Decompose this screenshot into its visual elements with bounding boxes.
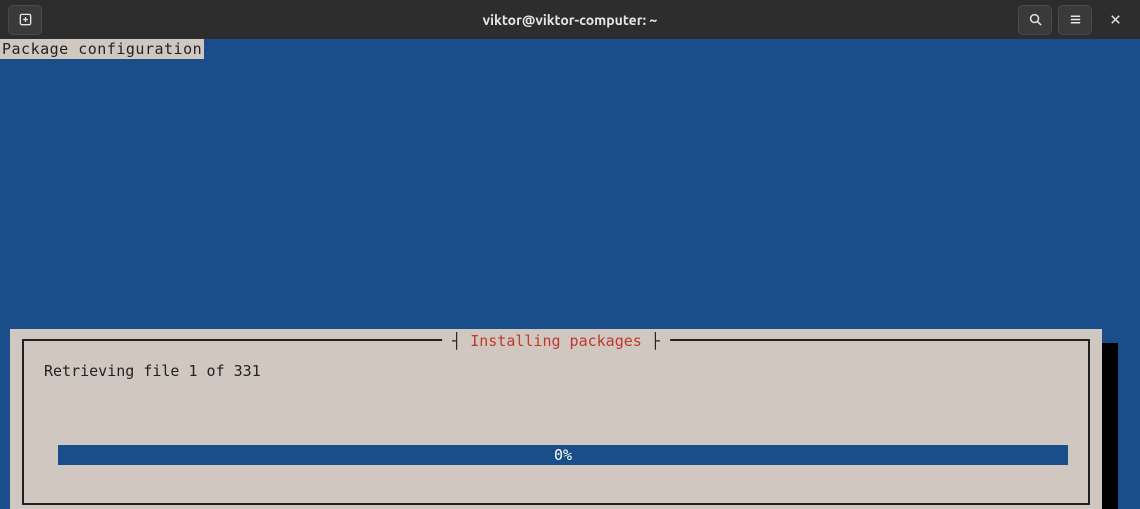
- menu-button[interactable]: [1058, 5, 1092, 35]
- close-button[interactable]: [1098, 5, 1132, 35]
- page-title: Package configuration: [0, 39, 204, 59]
- window-titlebar: viktor@viktor-computer: ~: [0, 0, 1140, 39]
- install-dialog: ┤ Installing packages ├ Retrieving file …: [10, 329, 1102, 509]
- dialog-title-text: Installing packages: [470, 332, 642, 350]
- window-title: viktor@viktor-computer: ~: [0, 12, 1140, 28]
- dialog-message: Retrieving file 1 of 331: [44, 361, 261, 381]
- search-button[interactable]: [1018, 5, 1052, 35]
- dialog-title: ┤ Installing packages ├: [442, 331, 670, 351]
- terminal-viewport[interactable]: Package configuration ┤ Installing packa…: [0, 39, 1140, 509]
- new-tab-button[interactable]: [8, 5, 42, 35]
- progress-bar: 0%: [58, 445, 1068, 465]
- progress-label: 0%: [554, 445, 572, 465]
